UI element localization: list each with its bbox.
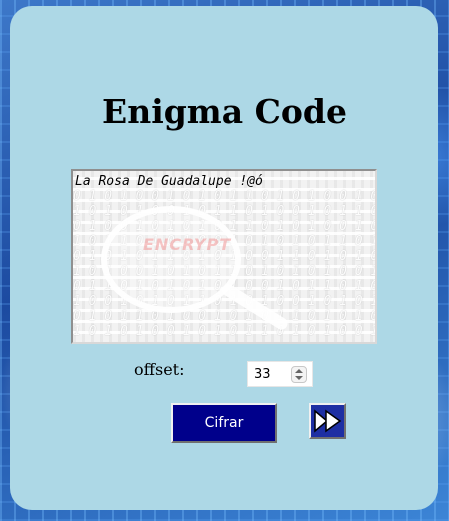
cifrar-button[interactable]: Cifrar xyxy=(171,403,277,443)
offset-value[interactable]: 33 xyxy=(254,367,271,382)
stepper-up-icon[interactable] xyxy=(295,369,303,373)
stepper-down-icon[interactable] xyxy=(295,376,303,380)
offset-stepper[interactable]: 33 xyxy=(247,361,313,387)
page-title: Enigma Code xyxy=(102,92,347,131)
offset-label: offset: xyxy=(134,360,185,379)
next-button[interactable] xyxy=(309,403,346,439)
stepper-buttons[interactable] xyxy=(291,366,307,383)
message-input[interactable] xyxy=(73,171,375,342)
message-textarea-container: 0 1 0 1 0 0 1 0 1 0 1 1 0 1 0 1 0 0 1 0 … xyxy=(71,169,377,344)
fast-forward-icon xyxy=(314,409,342,433)
